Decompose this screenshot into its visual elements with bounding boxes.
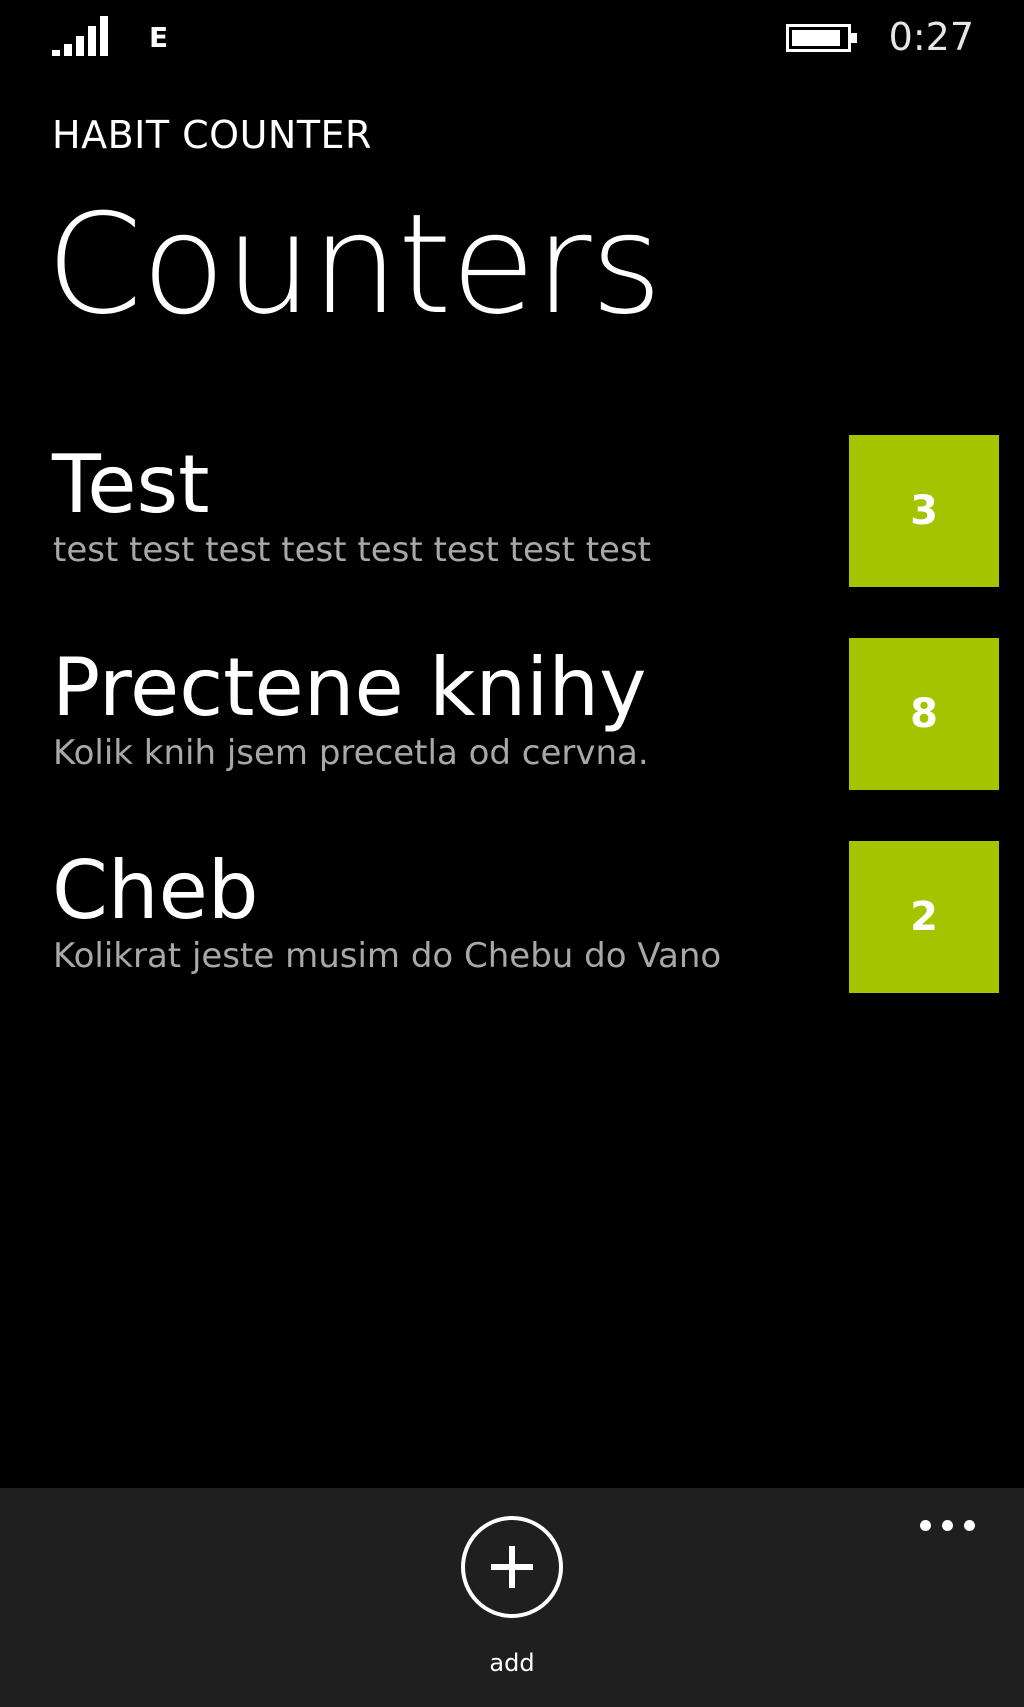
counter-description: Kolikrat jeste musim do Chebu do Vano (53, 936, 722, 976)
page-title: Counters (46, 184, 662, 345)
counter-tile[interactable]: 3 (849, 435, 999, 587)
more-options-button[interactable] (912, 1506, 982, 1546)
add-button[interactable] (461, 1516, 563, 1618)
counter-item-prectene-knihy[interactable]: Prectene knihy Kolik knih jsem precetla … (0, 638, 1024, 841)
counter-name: Cheb (52, 844, 259, 937)
counter-tile[interactable]: 8 (849, 638, 999, 790)
status-clock: 0:27 (888, 15, 974, 59)
add-label: add (489, 1649, 535, 1677)
plus-circle-icon (491, 1546, 533, 1588)
counter-name: Prectene knihy (52, 641, 647, 734)
app-title: HABIT COUNTER (52, 113, 372, 157)
counter-description: Kolik knih jsem precetla od cervna. (53, 733, 649, 773)
counter-item-cheb[interactable]: Cheb Kolikrat jeste musim do Chebu do Va… (0, 841, 1024, 1044)
counter-item-test[interactable]: Test test test test test test test test … (0, 435, 1024, 638)
battery-icon (786, 24, 857, 52)
counter-name: Test (52, 438, 210, 531)
counter-description: test test test test test test test test (53, 530, 652, 570)
network-type: E (149, 21, 169, 54)
status-bar: E 0:27 (0, 0, 1024, 80)
app-bar: add (0, 1488, 1024, 1707)
signal-bars-icon (52, 16, 108, 56)
counter-value: 3 (910, 488, 938, 534)
counter-tile[interactable]: 2 (849, 841, 999, 993)
counter-value: 8 (910, 691, 938, 737)
counter-list: Test test test test test test test test … (0, 435, 1024, 1044)
counter-value: 2 (910, 894, 938, 940)
